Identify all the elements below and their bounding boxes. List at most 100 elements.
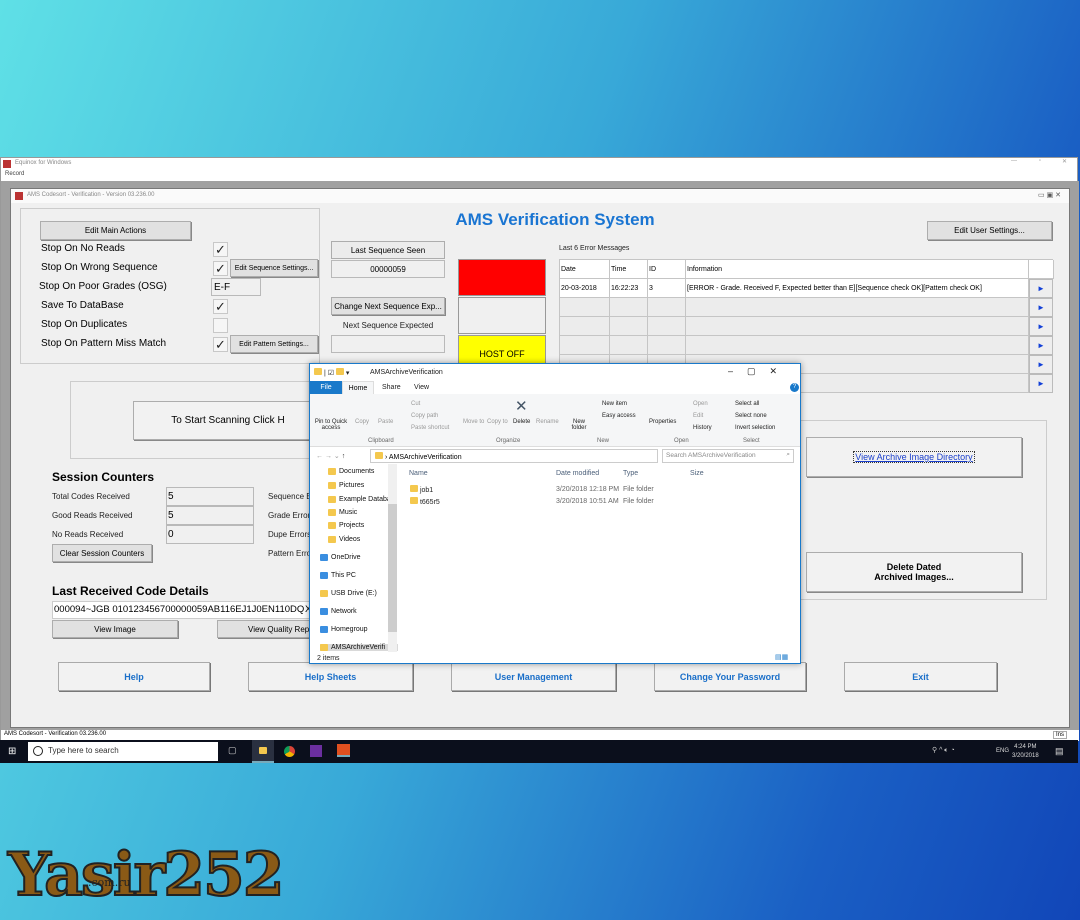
- table-cell[interactable]: [686, 317, 1029, 336]
- stop-wrong-sequence-checkbox[interactable]: ✓: [213, 261, 228, 276]
- cut-button[interactable]: Cut: [411, 401, 420, 407]
- view-image-button[interactable]: View Image: [52, 620, 178, 638]
- table-cell[interactable]: [648, 298, 686, 317]
- start-scanning-button[interactable]: To Start Scanning Click H: [133, 401, 323, 440]
- nav-item[interactable]: AMSArchiveVerifi: [320, 644, 398, 651]
- select-all-button[interactable]: Select all: [735, 401, 759, 407]
- help-icon[interactable]: ?: [790, 383, 799, 392]
- nav-item[interactable]: Projects: [328, 522, 364, 529]
- table-cell[interactable]: 20-03-2018: [560, 279, 610, 298]
- help-button[interactable]: Help: [58, 662, 210, 691]
- help-sheets-button[interactable]: Help Sheets: [248, 662, 413, 691]
- copy-to-button[interactable]: Copy to: [487, 419, 508, 425]
- task-view-icon[interactable]: ▢: [228, 745, 237, 756]
- window-controls[interactable]: ▭ ▣ ✕: [1038, 191, 1061, 199]
- user-management-button[interactable]: User Management: [451, 662, 616, 691]
- rename-button[interactable]: Rename: [536, 419, 559, 425]
- start-icon[interactable]: ⊞: [8, 746, 16, 757]
- app-taskbar-icon[interactable]: [310, 745, 322, 757]
- explorer-window-controls[interactable]: –▢✕: [728, 366, 791, 377]
- table-cell[interactable]: [686, 336, 1029, 355]
- tray-icons[interactable]: ⚲ ^ 🔈︎ ◔: [932, 746, 955, 755]
- table-cell[interactable]: [560, 317, 610, 336]
- maximize-icon[interactable]: ▫: [1039, 158, 1041, 164]
- minimize-icon[interactable]: —: [1011, 158, 1017, 164]
- nav-item[interactable]: Homegroup: [320, 626, 368, 633]
- tab-file[interactable]: File: [310, 381, 342, 394]
- tab-share[interactable]: Share: [382, 384, 401, 391]
- row-detail-arrow-button[interactable]: ►: [1029, 317, 1053, 336]
- language-indicator[interactable]: ENG: [996, 748, 1009, 754]
- col-date[interactable]: Date modified: [556, 470, 599, 477]
- nav-item[interactable]: Pictures: [328, 482, 364, 489]
- table-cell[interactable]: [648, 317, 686, 336]
- properties-button[interactable]: Properties: [649, 419, 676, 425]
- table-cell[interactable]: [560, 298, 610, 317]
- address-bar[interactable]: › AMSArchiveVerification: [370, 449, 658, 463]
- taskbar-search[interactable]: Type here to search: [28, 742, 218, 761]
- chrome-icon[interactable]: [284, 746, 295, 757]
- nav-item[interactable]: This PC: [320, 572, 356, 579]
- invert-selection-button[interactable]: Invert selection: [735, 425, 775, 431]
- nav-item[interactable]: Music: [328, 509, 357, 516]
- row-detail-arrow-button[interactable]: ►: [1029, 279, 1053, 298]
- close-icon[interactable]: ✕: [1062, 158, 1067, 165]
- notification-icon[interactable]: ▤: [1055, 746, 1064, 757]
- view-quality-report-button[interactable]: View Quality Repo: [217, 620, 317, 638]
- nav-item[interactable]: OneDrive: [320, 554, 361, 561]
- move-to-button[interactable]: Move to: [463, 419, 484, 425]
- stop-duplicates-checkbox[interactable]: [213, 318, 228, 333]
- delete-archived-button[interactable]: Delete Dated Archived Images...: [806, 552, 1022, 592]
- nav-item[interactable]: Network: [320, 608, 357, 615]
- nav-scrollbar[interactable]: [388, 464, 397, 652]
- row-detail-arrow-button[interactable]: ►: [1029, 374, 1053, 393]
- edit-sequence-settings-button[interactable]: Edit Sequence Settings...: [230, 259, 318, 277]
- table-cell[interactable]: 3: [648, 279, 686, 298]
- edit-main-actions-button[interactable]: Edit Main Actions: [40, 221, 191, 240]
- change-next-sequence-button[interactable]: Change Next Sequence Exp...: [331, 297, 445, 315]
- last-sequence-seen-button[interactable]: Last Sequence Seen: [331, 241, 445, 259]
- copy-path-button[interactable]: Copy path: [411, 413, 438, 419]
- history-button[interactable]: History: [693, 425, 712, 431]
- tab-home[interactable]: Home: [342, 381, 374, 395]
- equinox-taskbar-icon[interactable]: [337, 744, 350, 757]
- file-explorer-taskbar-icon[interactable]: [252, 740, 274, 763]
- paste-button[interactable]: Paste: [378, 419, 393, 425]
- col-size[interactable]: Size: [690, 470, 704, 477]
- clear-session-counters-button[interactable]: Clear Session Counters: [52, 544, 152, 562]
- edit-button[interactable]: Edit: [693, 413, 703, 419]
- table-cell[interactable]: [610, 298, 648, 317]
- table-cell[interactable]: [610, 336, 648, 355]
- new-folder-button[interactable]: New folder: [568, 419, 590, 431]
- paste-shortcut-button[interactable]: Paste shortcut: [411, 425, 449, 431]
- view-archive-button[interactable]: View Archive Image Directory: [806, 437, 1022, 477]
- file-row[interactable]: job1: [410, 485, 433, 494]
- nav-item[interactable]: USB Drive (E:): [320, 590, 377, 597]
- poor-grades-field[interactable]: E-F: [211, 278, 261, 296]
- table-cell[interactable]: [610, 317, 648, 336]
- file-row[interactable]: t665r5: [410, 497, 440, 506]
- stop-no-reads-checkbox[interactable]: ✓: [213, 242, 228, 257]
- row-detail-arrow-button[interactable]: ►: [1029, 298, 1053, 317]
- nav-item[interactable]: Documents: [328, 468, 374, 475]
- col-name[interactable]: Name: [409, 470, 428, 477]
- clock[interactable]: 4:24 PM 3/20/2018: [1012, 743, 1039, 761]
- pin-quick-access[interactable]: Pin to Quick access: [313, 419, 349, 431]
- open-button[interactable]: Open: [693, 401, 708, 407]
- select-none-button[interactable]: Select none: [735, 413, 767, 419]
- nav-item[interactable]: Example Databa: [328, 496, 391, 503]
- copy-button[interactable]: Copy: [355, 419, 369, 425]
- save-database-checkbox[interactable]: ✓: [213, 299, 228, 314]
- table-cell[interactable]: [686, 298, 1029, 317]
- table-cell[interactable]: 16:22:23: [610, 279, 648, 298]
- menu-record[interactable]: Record: [5, 171, 24, 177]
- delete-button[interactable]: Delete: [513, 419, 530, 425]
- nav-arrows[interactable]: ← → ⌄ ↑: [316, 452, 345, 460]
- row-detail-arrow-button[interactable]: ►: [1029, 336, 1053, 355]
- edit-pattern-settings-button[interactable]: Edit Pattern Settings...: [230, 335, 318, 353]
- col-type[interactable]: Type: [623, 470, 638, 477]
- easy-access-button[interactable]: Easy access: [602, 413, 636, 419]
- row-detail-arrow-button[interactable]: ►: [1029, 355, 1053, 374]
- tab-view[interactable]: View: [414, 384, 429, 391]
- new-item-button[interactable]: New item: [602, 401, 627, 407]
